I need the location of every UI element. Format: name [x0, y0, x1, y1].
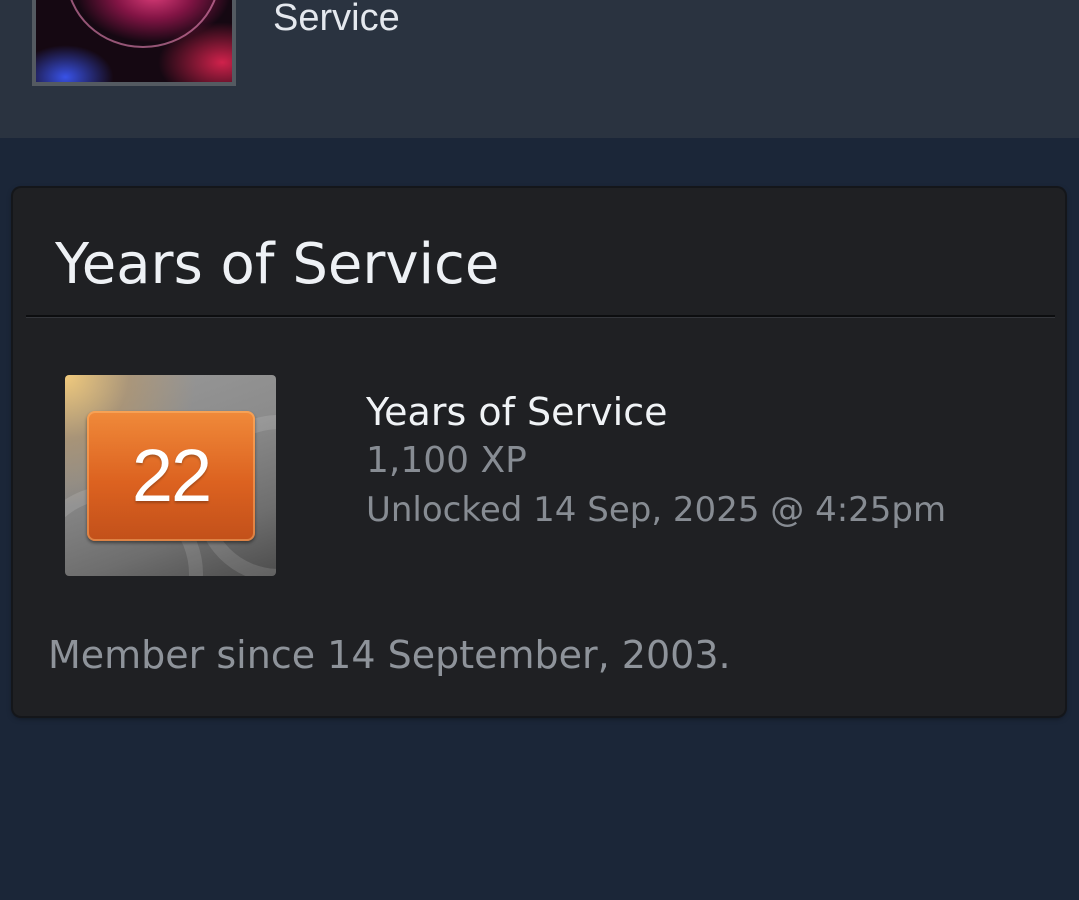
badge-plate: 22 — [87, 411, 255, 541]
card-title: Years of Service — [55, 232, 500, 297]
years-of-service-badge-icon: 22 — [65, 375, 276, 576]
profile-avatar[interactable] — [32, 0, 236, 86]
member-since-text: Member since 14 September, 2003. — [48, 633, 731, 677]
badge-xp: 1,100 XP — [366, 440, 527, 481]
badge-unlocked-date: Unlocked 14 Sep, 2025 @ 4:25pm — [366, 490, 947, 530]
badge-years-number: 22 — [131, 434, 212, 517]
profile-header: Service — [0, 0, 1079, 138]
avatar-ring-decoration — [66, 0, 220, 48]
header-title: Service — [273, 0, 400, 39]
years-of-service-card: Years of Service 22 Years of Service 1,1… — [13, 188, 1065, 716]
avatar-image — [36, 0, 232, 82]
badge-name: Years of Service — [366, 390, 668, 434]
card-divider — [26, 315, 1055, 318]
